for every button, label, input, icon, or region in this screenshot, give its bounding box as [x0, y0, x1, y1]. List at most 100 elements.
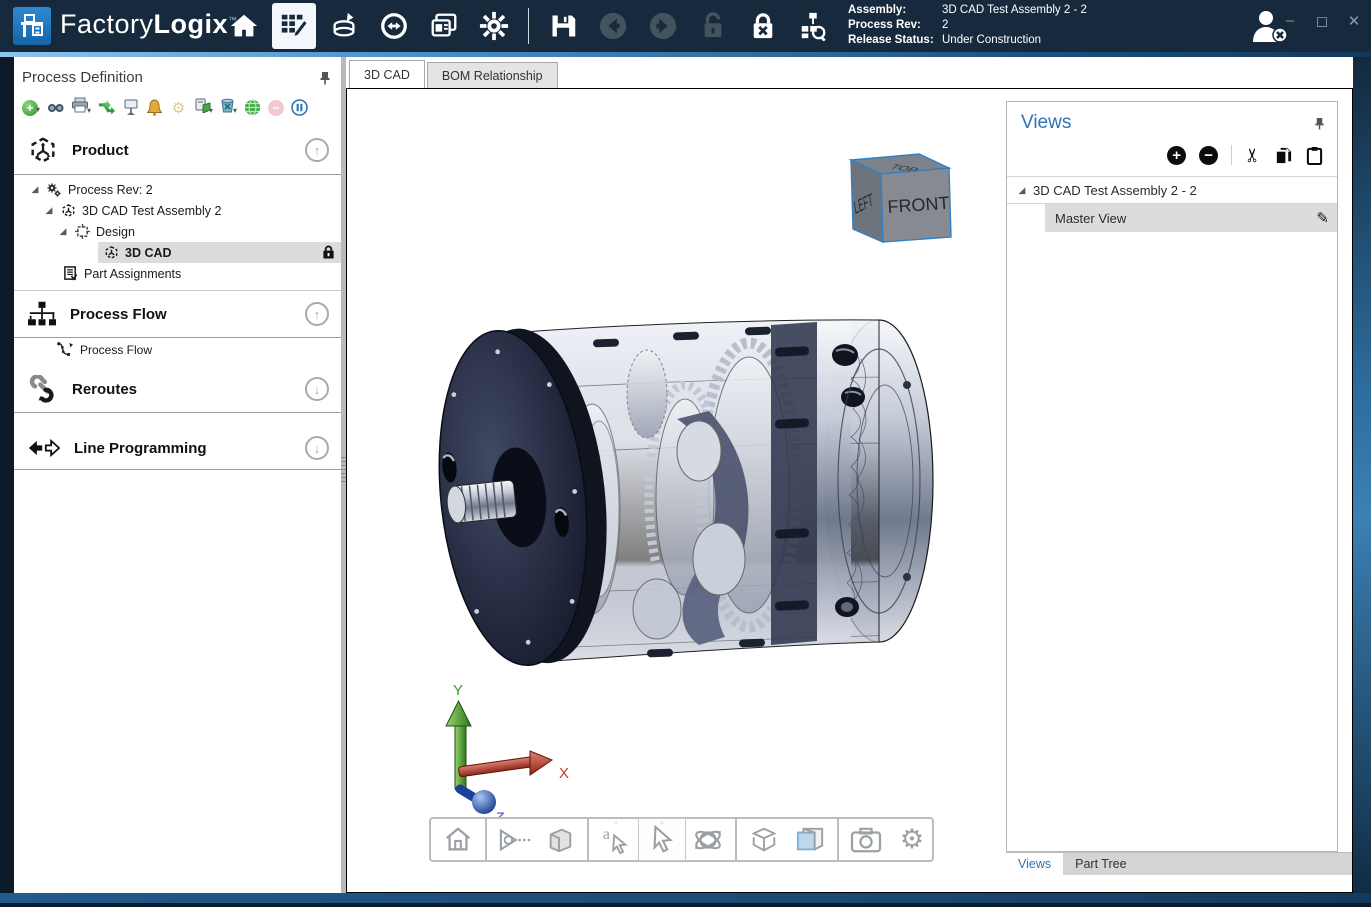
- cut-icon[interactable]: ✂: [1242, 147, 1264, 163]
- expander-icon[interactable]: ◢: [30, 184, 40, 195]
- section-label: Line Programming: [74, 440, 291, 457]
- views-tree-root[interactable]: ◢ 3D CAD Test Assembly 2 - 2: [1007, 176, 1337, 204]
- stop-icon[interactable]: −: [268, 100, 284, 116]
- maximize-button[interactable]: ◻: [1311, 12, 1333, 30]
- home-icon: [229, 11, 259, 41]
- process-definition-toolbar: +▾ ▾ ⚙ ▾ ▾ −: [14, 90, 341, 126]
- gear-pale-icon[interactable]: ⚙: [170, 99, 187, 116]
- pin-icon[interactable]: [1314, 117, 1325, 130]
- sync-button[interactable]: [372, 3, 416, 49]
- collapse-down-icon[interactable]: ↓: [305, 436, 329, 460]
- paste-icon[interactable]: [1306, 146, 1323, 165]
- materials-button[interactable]: [322, 3, 366, 49]
- gear-icon: [479, 11, 509, 41]
- views-tree-master-view[interactable]: Master View ✎: [1045, 204, 1337, 232]
- home-view-button[interactable]: [435, 819, 481, 860]
- bell-icon[interactable]: [146, 99, 163, 116]
- cad-viewport[interactable]: TOP LEFT FRONT Y X Z: [346, 88, 1353, 893]
- copy-icon[interactable]: [1274, 146, 1293, 165]
- section-product[interactable]: Product ↑: [14, 126, 341, 174]
- section-line-programming[interactable]: Line Programming ↓: [14, 427, 341, 469]
- process-definition-panel: Process Definition +▾ ▾ ⚙ ▾ ▾ −: [14, 57, 341, 893]
- assembly-info: Assembly: 3D CAD Test Assembly 2 - 2 Pro…: [848, 3, 1087, 47]
- release-status-label: Release Status:: [848, 33, 934, 47]
- collapse-up-icon[interactable]: ↑: [305, 138, 329, 162]
- recycle-button[interactable]: ▾: [220, 97, 237, 118]
- forward-button[interactable]: [641, 3, 685, 49]
- views-root-label: 3D CAD Test Assembly 2 - 2: [1033, 183, 1337, 198]
- tree-row-assembly[interactable]: ◢ 3D CAD Test Assembly 2: [14, 200, 341, 221]
- tree-row-design[interactable]: ◢ Design: [14, 221, 341, 242]
- select-button[interactable]: ▵: [639, 819, 685, 860]
- process-flow-item-label: Process Flow: [80, 343, 152, 357]
- section-label: Product: [72, 142, 291, 159]
- process-rev-value: 2: [942, 18, 1087, 32]
- close-button[interactable]: ✕: [1343, 12, 1365, 30]
- tab-part-tree[interactable]: Part Tree: [1063, 853, 1138, 875]
- nav-cube[interactable]: TOP LEFT FRONT: [851, 154, 951, 242]
- tree-row-part-assignments[interactable]: Part Assignments: [14, 263, 341, 284]
- process-flow-item[interactable]: Process Flow: [14, 338, 341, 362]
- reroutes-chain-icon: [28, 375, 58, 403]
- tree-label: 3D CAD Test Assembly 2: [82, 204, 221, 218]
- add-view-button[interactable]: +: [1167, 146, 1186, 165]
- collapse-up-icon[interactable]: ↑: [305, 302, 329, 326]
- find-icon[interactable]: [47, 99, 64, 116]
- print-button[interactable]: ▾: [71, 97, 91, 118]
- explode-button[interactable]: [741, 819, 787, 860]
- gear-icon: ⚙: [900, 824, 924, 855]
- toolbar-separator: [1231, 145, 1232, 165]
- globe-icon[interactable]: [244, 99, 261, 116]
- section-process-flow[interactable]: Process Flow ↑: [14, 291, 341, 337]
- pause-icon[interactable]: [291, 99, 308, 116]
- views-panel: Views + − ✂ ◢ 3D CAD Test Assembly 2: [1006, 101, 1338, 852]
- view-settings-button[interactable]: ⚙: [889, 819, 935, 860]
- visibility-button[interactable]: [491, 819, 537, 860]
- add-button[interactable]: +▾: [22, 99, 40, 117]
- remove-view-button[interactable]: −: [1199, 146, 1218, 165]
- tab-bom-relationship[interactable]: BOM Relationship: [427, 62, 558, 88]
- views-panel-title: Views: [1021, 112, 1314, 134]
- tab-views[interactable]: Views: [1006, 853, 1063, 875]
- section-reroutes[interactable]: Reroutes ↓: [14, 366, 341, 412]
- edit-pencil-icon[interactable]: ✎: [1316, 209, 1329, 227]
- assembly-cube-icon: [59, 203, 77, 218]
- grid-pencil-icon: [279, 11, 309, 41]
- tree-label: Process Rev: 2: [68, 183, 153, 197]
- settings-button[interactable]: [472, 3, 516, 49]
- master-view-label: Master View: [1055, 211, 1310, 226]
- back-button[interactable]: [591, 3, 635, 49]
- save-button[interactable]: [541, 3, 585, 49]
- collapse-down-icon[interactable]: ↓: [305, 377, 329, 401]
- expander-icon[interactable]: ◢: [44, 205, 54, 216]
- gears-icon: [45, 182, 63, 198]
- tree-row-process-rev[interactable]: ◢ Process Rev: 2: [14, 179, 341, 200]
- unlock-button[interactable]: [691, 3, 735, 49]
- cad-model[interactable]: [424, 320, 933, 673]
- shaded-cube-button[interactable]: [537, 819, 583, 860]
- tree-row-3d-cad[interactable]: 3D CAD: [98, 242, 341, 263]
- snapshot-button[interactable]: [843, 819, 889, 860]
- expander-icon[interactable]: ◢: [58, 226, 68, 237]
- lock-reject-button[interactable]: [741, 3, 785, 49]
- tree-label: Design: [96, 225, 135, 239]
- pin-icon[interactable]: [319, 71, 331, 85]
- home-button[interactable]: [222, 3, 266, 49]
- orbit-button[interactable]: [685, 819, 731, 860]
- shuffle-icon[interactable]: [98, 99, 115, 116]
- audit-search-button[interactable]: [791, 3, 835, 49]
- document-tabbar: 3D CAD BOM Relationship: [346, 57, 1353, 88]
- section-button[interactable]: [787, 819, 833, 860]
- tab-3d-cad[interactable]: 3D CAD: [349, 60, 425, 88]
- toolbar-separator: [528, 8, 529, 44]
- process-designer-button[interactable]: [272, 3, 316, 49]
- panel-title: Process Definition: [22, 69, 319, 86]
- documents-button[interactable]: [422, 3, 466, 49]
- projector-icon[interactable]: [122, 99, 139, 116]
- minimize-button[interactable]: –: [1279, 12, 1301, 30]
- expander-icon[interactable]: ◢: [1017, 185, 1027, 196]
- annotation-select-button[interactable]: ▵ a: [593, 819, 639, 860]
- product-tree: ◢ Process Rev: 2 ◢ 3D CAD Test Assembly …: [14, 175, 341, 290]
- lock-icon: [322, 245, 335, 260]
- package-button[interactable]: ▾: [194, 97, 213, 118]
